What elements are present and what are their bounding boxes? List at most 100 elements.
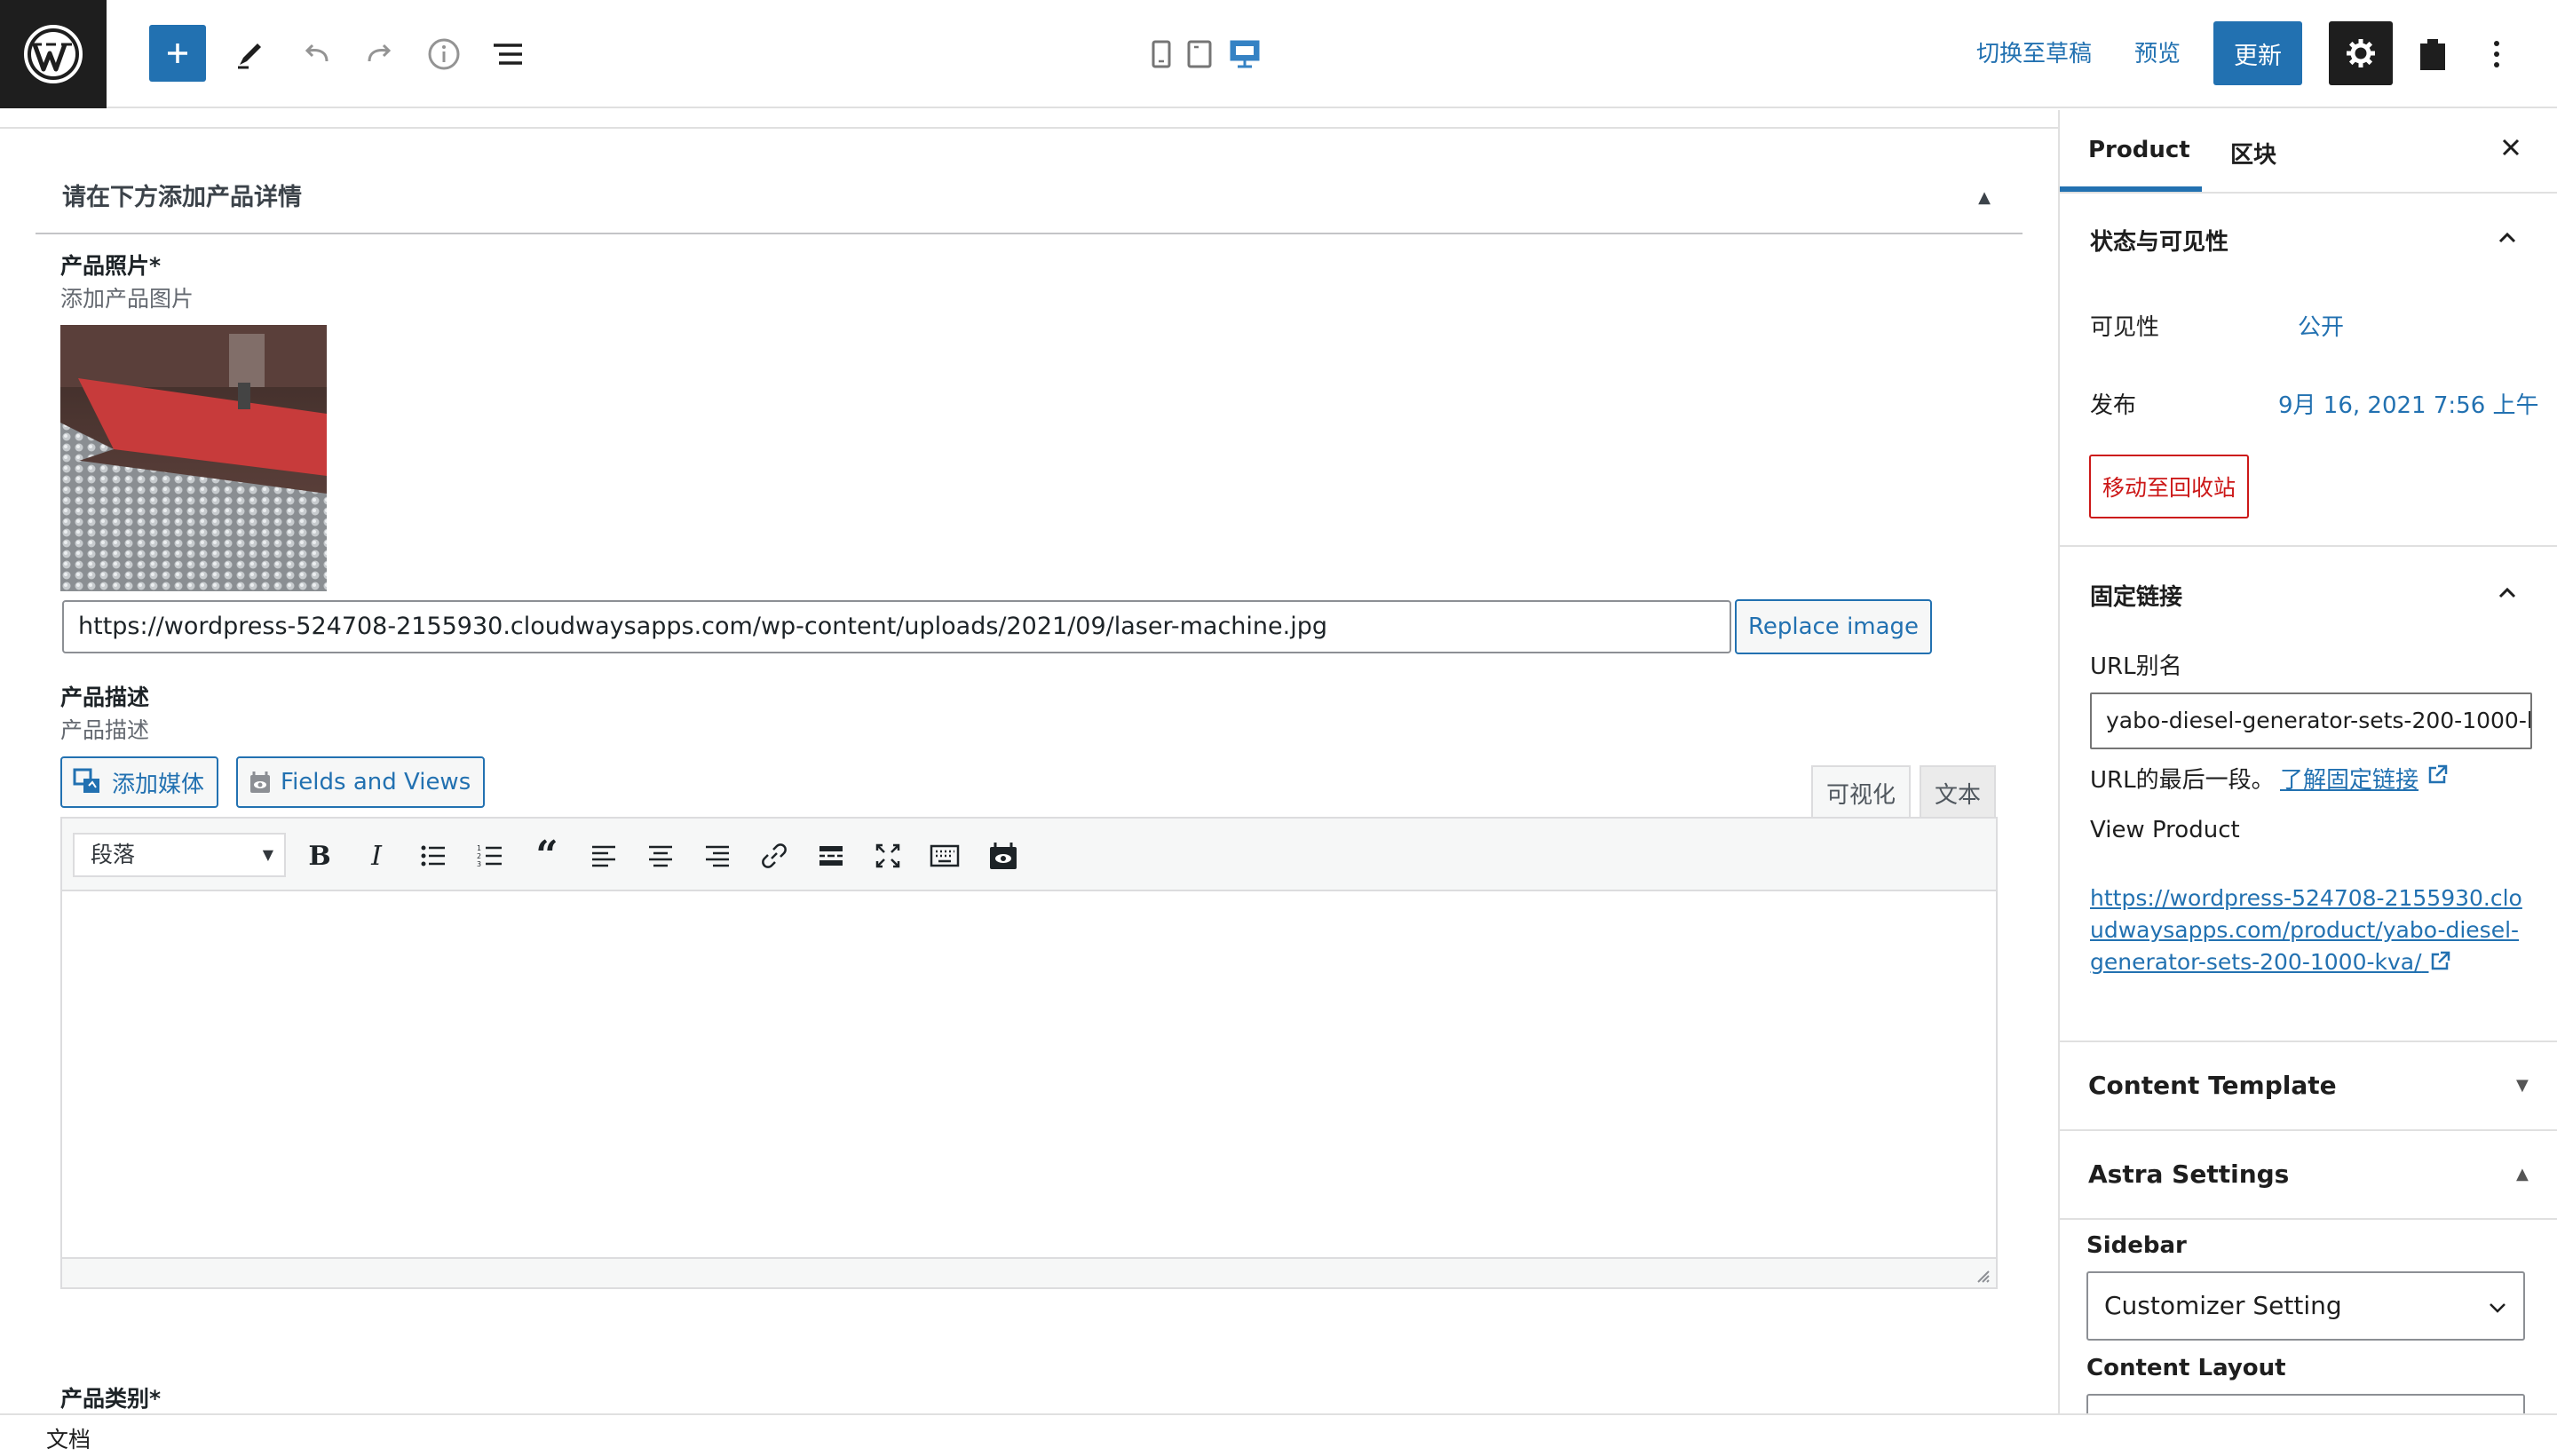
description-field-label: 产品描述 — [60, 684, 150, 710]
editor-footer: 文档 — [0, 1413, 2557, 1456]
list-view-icon[interactable] — [481, 28, 534, 81]
paragraph-format-select[interactable]: 段落 ▼ — [73, 833, 286, 877]
sidebar-layout-value: Customizer Setting — [2104, 1291, 2342, 1320]
product-photo-image[interactable] — [60, 325, 327, 591]
chevron-up-icon[interactable] — [2495, 581, 2520, 609]
edit-tools-icon[interactable] — [224, 28, 277, 81]
preview-link[interactable]: 预览 — [2134, 36, 2181, 68]
permalink-url-text: https://wordpress-524708-2155930.cloudwa… — [2090, 885, 2522, 975]
fields-views-icon — [250, 772, 270, 793]
view-product-label: View Product — [2090, 817, 2240, 843]
svg-text:1: 1 — [477, 844, 481, 852]
format-select-value: 段落 — [91, 842, 136, 867]
mobile-preview-icon[interactable] — [1151, 39, 1172, 73]
chevron-down-icon — [2490, 1303, 2506, 1313]
tab-visual[interactable]: 可视化 — [1811, 765, 1911, 819]
caret-up-icon[interactable]: ▲ — [2516, 1165, 2529, 1183]
keyboard-toolbar-toggle-icon[interactable] — [929, 840, 961, 872]
divider — [2060, 192, 2557, 194]
close-sidebar-icon[interactable] — [2497, 133, 2525, 165]
classic-editor: 段落 ▼ B I 123 “ — [60, 817, 1998, 1289]
permalink-panel-title[interactable]: 固定链接 — [2090, 579, 2182, 612]
url-slug-input[interactable]: yabo-diesel-generator-sets-200-1000-kva — [2090, 692, 2532, 749]
chevron-down-icon: ▼ — [262, 846, 273, 863]
field-group-title: 请在下方添加产品详情 — [62, 184, 302, 211]
blockquote-icon[interactable]: “ — [531, 836, 563, 875]
publish-label: 发布 — [2090, 392, 2137, 419]
photo-field-description: 添加产品图片 — [60, 286, 194, 312]
image-url-input[interactable]: https://wordpress-524708-2155930.cloudwa… — [62, 600, 1731, 653]
replace-image-button[interactable]: Replace image — [1735, 599, 1932, 654]
tablet-preview-icon[interactable] — [1186, 39, 1213, 73]
tab-text[interactable]: 文本 — [1920, 765, 1996, 819]
content-layout-label: Content Layout — [2086, 1355, 2286, 1381]
settings-button[interactable] — [2329, 21, 2393, 85]
fields-and-views-button[interactable]: Fields and Views — [236, 756, 486, 808]
tab-block[interactable]: 区块 — [2230, 137, 2276, 170]
external-link-icon — [2426, 764, 2449, 790]
content-layout-select[interactable] — [2086, 1394, 2525, 1413]
fullscreen-icon[interactable] — [872, 840, 904, 872]
description-field-description: 产品描述 — [60, 717, 150, 743]
learn-permalinks-label: 了解固定链接 — [2280, 767, 2419, 794]
update-button[interactable]: 更新 — [2213, 21, 2302, 85]
undo-icon[interactable] — [289, 28, 343, 81]
caret-down-icon[interactable]: ▼ — [2516, 1076, 2529, 1095]
redo-icon[interactable] — [353, 28, 407, 81]
resize-handle-icon[interactable] — [1973, 1266, 1991, 1284]
desktop-preview-icon[interactable] — [1229, 39, 1261, 73]
settings-sidebar: Product 区块 状态与可见性 可见性 公开 发布 9月 16, 2021 … — [2058, 110, 2557, 1413]
plugin-icon[interactable] — [2406, 28, 2459, 81]
italic-icon[interactable]: I — [360, 840, 392, 872]
numbered-list-icon[interactable]: 123 — [474, 840, 506, 872]
divider — [2060, 1041, 2557, 1042]
options-menu-icon[interactable] — [2470, 28, 2523, 81]
align-right-icon[interactable] — [701, 840, 733, 872]
chevron-up-icon[interactable] — [2495, 226, 2520, 254]
divider — [2060, 1218, 2557, 1220]
bulleted-list-icon[interactable] — [417, 840, 449, 872]
external-link-icon — [2432, 951, 2450, 970]
align-center-icon[interactable] — [645, 840, 677, 872]
content-template-panel-title[interactable]: Content Template — [2088, 1071, 2337, 1100]
collapse-arrow-icon[interactable]: ▲ — [1978, 188, 1991, 207]
divider — [2060, 1129, 2557, 1131]
move-to-trash-button[interactable]: 移动至回收站 — [2089, 455, 2249, 518]
url-slug-help: URL的最后一段。 — [2090, 767, 2275, 794]
status-visibility-panel-title[interactable]: 状态与可见性 — [2090, 224, 2228, 257]
gear-icon — [2347, 39, 2375, 67]
divider — [0, 127, 2058, 129]
link-icon[interactable] — [758, 840, 790, 872]
sidebar-layout-select[interactable]: Customizer Setting — [2086, 1271, 2525, 1341]
field-group-header[interactable]: 请在下方添加产品详情 ▲ — [36, 170, 2023, 234]
astra-settings-panel-title[interactable]: Astra Settings — [2088, 1159, 2289, 1189]
publish-date-link[interactable]: 9月 16, 2021 7:56 上午 — [2278, 387, 2539, 420]
svg-text:3: 3 — [477, 860, 481, 868]
tab-product[interactable]: Product — [2088, 137, 2190, 163]
photo-field-label: 产品照片* — [60, 253, 162, 279]
fields-and-views-label: Fields and Views — [281, 769, 471, 795]
learn-permalinks-link[interactable]: 了解固定链接 — [2280, 762, 2418, 795]
align-left-icon[interactable] — [588, 840, 620, 872]
visibility-label: 可见性 — [2090, 314, 2160, 341]
info-icon[interactable] — [417, 28, 471, 81]
permalink-url-link[interactable]: https://wordpress-524708-2155930.cloudwa… — [2090, 882, 2525, 978]
wordpress-logo-icon[interactable] — [0, 0, 107, 108]
add-media-icon — [73, 768, 99, 793]
add-block-button[interactable] — [149, 25, 206, 82]
switch-to-draft-link[interactable]: 切换至草稿 — [1976, 36, 2092, 68]
editor-toolbar: 段落 ▼ B I 123 “ — [62, 819, 1996, 891]
add-media-label: 添加媒体 — [112, 771, 205, 798]
bold-icon[interactable]: B — [304, 840, 336, 872]
divider — [2060, 545, 2557, 547]
url-slug-label: URL别名 — [2090, 653, 2182, 680]
category-field-label: 产品类别* — [60, 1386, 162, 1412]
fields-views-toolbar-icon[interactable] — [987, 840, 1019, 872]
sidebar-layout-label: Sidebar — [2086, 1232, 2187, 1259]
editor-canvas: 请在下方添加产品详情 ▲ 产品照片* 添加产品图片 https://wordpr… — [0, 110, 2058, 1413]
editor-resize-bar — [62, 1257, 1996, 1287]
breadcrumb[interactable]: 文档 — [46, 1422, 91, 1454]
visibility-value-link[interactable]: 公开 — [2298, 309, 2344, 342]
read-more-icon[interactable] — [815, 840, 847, 872]
add-media-button[interactable]: 添加媒体 — [60, 756, 219, 808]
